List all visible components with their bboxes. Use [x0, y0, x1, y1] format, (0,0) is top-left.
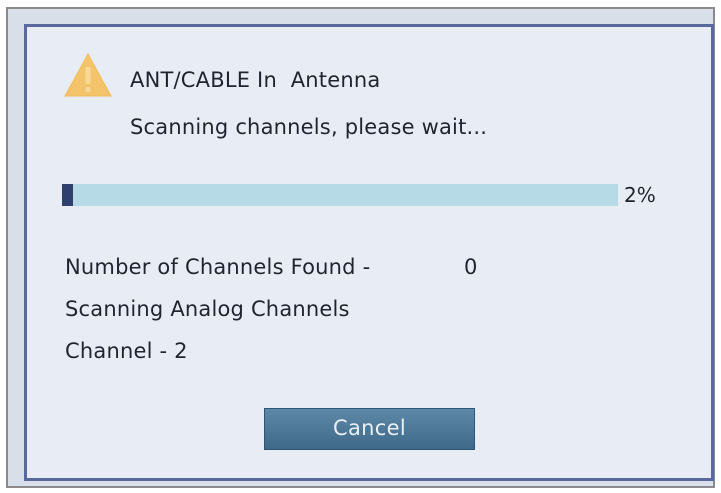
current-channel-text: Channel - 2 [65, 339, 188, 363]
channels-found-label: Number of Channels Found - [65, 255, 371, 279]
channels-found-count: 0 [464, 255, 478, 279]
scan-type-text: Scanning Analog Channels [65, 297, 350, 321]
scan-message: Scanning channels, please wait... [130, 115, 488, 139]
input-source-label: ANT/CABLE In Antenna [130, 68, 381, 92]
scan-progress-percent: 2% [624, 183, 656, 207]
scan-progress-fill [62, 184, 74, 206]
cancel-button[interactable]: Cancel [264, 408, 475, 450]
scan-progress-bar [62, 184, 618, 206]
warning-icon [64, 52, 112, 97]
